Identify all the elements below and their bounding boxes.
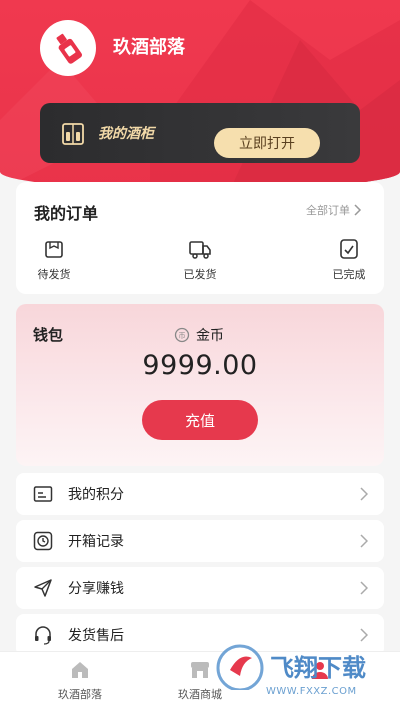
all-orders-label: 全部订单 (306, 204, 350, 217)
currency-label: 金币 (196, 328, 224, 344)
order-shipped[interactable]: 已发货 (170, 238, 230, 282)
chevron-right-icon (360, 581, 368, 595)
order-shipped-label: 已发货 (183, 268, 217, 281)
completed-icon (340, 239, 358, 259)
wine-cabinet-banner[interactable]: 我的酒柜 立即打开 (40, 103, 360, 163)
cabinet-label: 我的酒柜 (98, 126, 154, 142)
open-cabinet-button[interactable]: 立即打开 (214, 128, 320, 158)
headset-service-icon (32, 624, 54, 646)
tab-home[interactable]: 玖酒部落 (30, 660, 130, 702)
wallet-amount: 9999.00 (142, 350, 258, 381)
orders-title: 我的订单 (34, 204, 99, 223)
coin-currency: 币 金币 (174, 325, 224, 345)
chevron-right-icon (360, 487, 368, 501)
cabinet-icon (62, 123, 84, 145)
watermark: 飞翔下载 WWW.FXXZ.COM (210, 640, 400, 711)
bottle-logo-icon (56, 33, 82, 64)
app-logo (40, 20, 96, 76)
all-orders-link[interactable]: 全部订单 (306, 202, 362, 218)
recharge-button[interactable]: 充值 (142, 400, 258, 440)
points-card-icon (32, 483, 54, 505)
menu-item-box-records[interactable]: 开箱记录 (16, 520, 384, 562)
orders-card: 我的订单 全部订单 待发货 已发货 已完成 (16, 182, 384, 294)
order-completed-label: 已完成 (332, 268, 366, 281)
svg-text:飞翔下载: 飞翔下载 (270, 654, 366, 682)
order-pending-shipment[interactable]: 待发货 (24, 238, 84, 282)
chevron-right-icon (360, 534, 368, 548)
menu-label-share: 分享赚钱 (68, 581, 124, 597)
coin-icon: 币 (174, 327, 190, 343)
clock-record-icon (32, 530, 54, 552)
menu-label-points: 我的积分 (68, 487, 124, 503)
shop-icon (191, 662, 209, 678)
chevron-right-icon (354, 204, 362, 216)
watermark-site: WWW.FXXZ.COM (266, 686, 357, 697)
wallet-label: 钱包 (33, 326, 64, 344)
wallet-card: 钱包 币 金币 9999.00 充值 (16, 304, 384, 466)
order-pending-label: 待发货 (37, 268, 71, 281)
menu-item-share[interactable]: 分享赚钱 (16, 567, 384, 609)
menu-label-after-sales: 发货售后 (68, 628, 124, 644)
app-title: 玖酒部落 (113, 37, 185, 58)
watermark-logo: 飞翔下载 (216, 644, 366, 692)
shipped-truck-icon (189, 241, 211, 259)
order-completed[interactable]: 已完成 (319, 238, 379, 282)
svg-text:币: 币 (179, 332, 186, 340)
home-icon (72, 662, 88, 678)
menu-item-points[interactable]: 我的积分 (16, 473, 384, 515)
menu-label-box-records: 开箱记录 (68, 534, 124, 550)
pending-shipment-icon (45, 241, 63, 258)
tab-home-label: 玖酒部落 (58, 688, 102, 701)
share-plane-icon (32, 577, 54, 599)
